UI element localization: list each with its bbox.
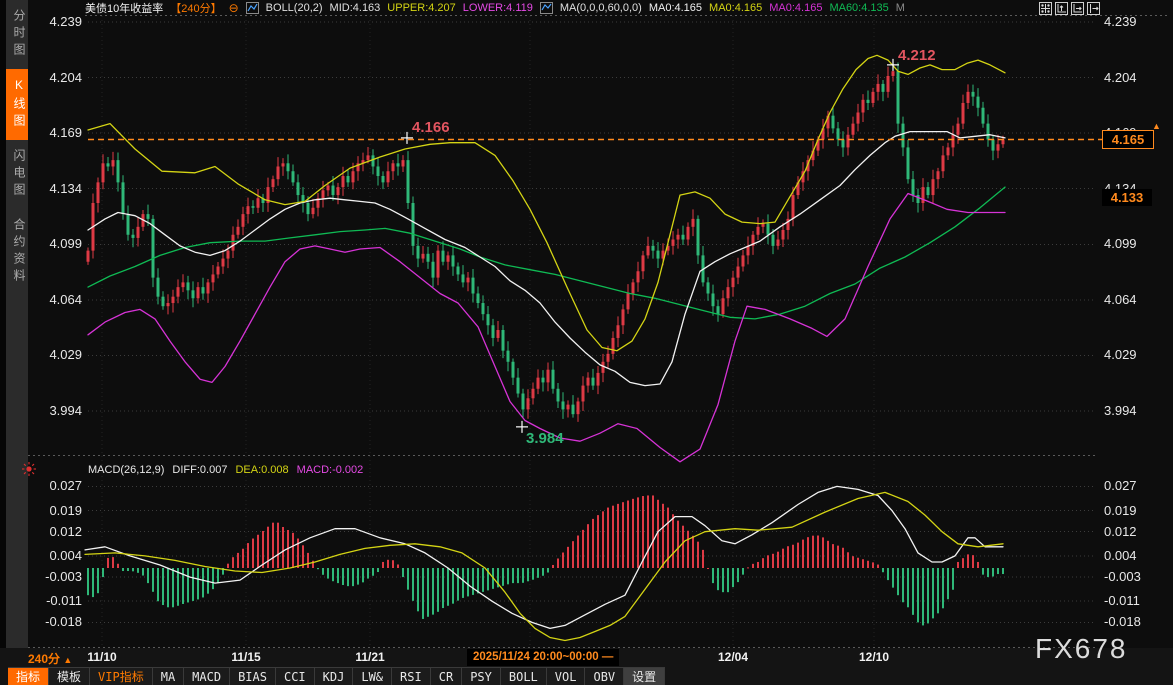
macd-tick-right-0.019: 0.019 <box>1104 504 1164 518</box>
left-tab-sidebar: 分时图K线图闪电图合约资料 <box>0 0 28 648</box>
toolbar-button-lwr[interactable]: LW& <box>353 667 392 685</box>
x-tick-11-15: 11/15 <box>231 650 260 664</box>
selected-bar-time: 2025/11/24 20:00~00:00 — <box>467 649 619 666</box>
sidebar-tab-lightning-chart[interactable]: 闪电图 <box>6 140 28 209</box>
boll-lower-value: LOWER:4.119 <box>463 2 533 14</box>
y-tick-right-4.029: 4.029 <box>1104 348 1164 362</box>
price-annotation-3_984: 3.984 <box>526 430 564 447</box>
trading-app: 4.212 4.166 3.984 分时图K线图闪电图合约资料 美债10年收益率 【… <box>0 0 1173 685</box>
x-tick-12-04: 12/04 <box>718 650 748 664</box>
macd-tick-left--0.011: -0.011 <box>28 594 82 608</box>
ma-value-2: MA0:4.165 <box>769 2 822 14</box>
ma-suffix: M <box>896 2 905 14</box>
y-tick-left-4.099: 4.099 <box>28 237 82 251</box>
toolbar-button-cr[interactable]: CR <box>431 667 462 685</box>
ma-value-0: MA0:4.165 <box>649 2 702 14</box>
indicator-toolbar: 指标模板VIP指标MAMACDBIASCCIKDJLW&RSICRPSYBOLL… <box>0 667 1173 685</box>
chart-title: 美债10年收益率 <box>85 0 163 16</box>
price-annotation-4_212: 4.212 <box>898 47 936 64</box>
macd-tick-right-0.027: 0.027 <box>1104 479 1164 493</box>
boll-mid-value: MID:4.163 <box>330 2 381 14</box>
indicator-header: 美债10年收益率 【240分】 ⊖ BOLL(20,2) MID:4.163 U… <box>85 0 905 15</box>
y-tick-left-4.064: 4.064 <box>28 293 82 307</box>
y-tick-right-4.064: 4.064 <box>1104 293 1164 307</box>
ma-chart-icon[interactable] <box>540 2 553 14</box>
boll-upper-value: UPPER:4.207 <box>387 2 455 14</box>
period-selector[interactable]: 240分 ▲ <box>28 650 72 667</box>
x-tick-12-10: 12/10 <box>859 650 889 664</box>
toolbar-button-cci[interactable]: CCI <box>276 667 315 685</box>
macd-tick-right--0.011: -0.011 <box>1104 594 1164 608</box>
toolbar-button-psy[interactable]: PSY <box>462 667 501 685</box>
price-annotation-4_166: 4.166 <box>412 119 450 136</box>
period-dropdown-icon: ▲ <box>63 655 72 665</box>
macd-tick-left-0.019: 0.019 <box>28 504 82 518</box>
current-price-tag: 4.165 <box>1102 130 1154 149</box>
macd-tick-right-0.012: 0.012 <box>1104 525 1164 539</box>
y-tick-right-4.239: 4.239 <box>1104 15 1164 29</box>
collapse-minus-icon[interactable]: ⊖ <box>229 1 239 15</box>
macd-diff-value: DIFF:0.007 <box>172 464 227 476</box>
x-tick-11-10: 11/10 <box>87 650 116 664</box>
y-tick-right-4.099: 4.099 <box>1104 237 1164 251</box>
sidebar-tab-contract-info[interactable]: 合约资料 <box>6 209 28 295</box>
y-tick-left-4.029: 4.029 <box>28 348 82 362</box>
boll-label[interactable]: BOLL(20,2) <box>266 2 323 14</box>
y-tick-right-4.204: 4.204 <box>1104 71 1164 85</box>
toolbar-button-ma[interactable]: MA <box>153 667 184 685</box>
fx678-watermark: FX678 <box>1035 633 1128 665</box>
toolbar-button-indicator[interactable]: 指标 <box>8 667 49 685</box>
y-tick-left-4.239: 4.239 <box>28 15 82 29</box>
x-tick-11-21: 11/21 <box>355 650 384 664</box>
y-tick-left-4.134: 4.134 <box>28 182 82 196</box>
y-tick-left-4.204: 4.204 <box>28 71 82 85</box>
macd-tick-right--0.003: -0.003 <box>1104 570 1164 584</box>
macd-macd-value: MACD:-0.002 <box>297 464 364 476</box>
ma-values: MA0:4.165 MA0:4.165 MA0:4.165 MA60:4.135 <box>649 2 889 14</box>
macd-tick-right-0.004: 0.004 <box>1104 549 1164 563</box>
macd-tick-left-0.027: 0.027 <box>28 479 82 493</box>
macd-tick-right--0.018: -0.018 <box>1104 615 1164 629</box>
toolbar-button-vip-indicator[interactable]: VIP指标 <box>90 667 153 685</box>
toolbar-button-obv[interactable]: OBV <box>585 667 624 685</box>
toolbar-button-bias[interactable]: BIAS <box>230 667 276 685</box>
boll-chart-icon[interactable] <box>246 2 259 14</box>
toolbar-button-vol[interactable]: VOL <box>547 667 586 685</box>
y-scale-icon[interactable] <box>1055 2 1068 15</box>
toolbar-button-template[interactable]: 模板 <box>49 667 90 685</box>
macd-tick-left-0.012: 0.012 <box>28 525 82 539</box>
macd-tick-left--0.003: -0.003 <box>28 570 82 584</box>
sidebar-tab-candle-chart[interactable]: K线图 <box>6 69 28 140</box>
macd-header: MACD(26,12,9) DIFF:0.007 DEA:0.008 MACD:… <box>88 462 363 477</box>
sidebar-tab-time-chart[interactable]: 分时图 <box>6 0 28 69</box>
toolbar-button-kdj[interactable]: KDJ <box>315 667 354 685</box>
ma-label[interactable]: MA(0,0,0,60,0,0) <box>560 2 642 14</box>
y-tick-left-3.994: 3.994 <box>28 404 82 418</box>
indicator-alert-icon[interactable] <box>21 461 37 477</box>
toolbar-button-macd[interactable]: MACD <box>184 667 230 685</box>
ma-value-1: MA0:4.165 <box>709 2 762 14</box>
x-scale-icon[interactable] <box>1071 2 1084 15</box>
y-tick-right-3.994: 3.994 <box>1104 404 1164 418</box>
pan-right-icon[interactable] <box>1087 2 1100 15</box>
window-controls <box>1039 2 1100 15</box>
sidebar-tab-column: 分时图K线图闪电图合约资料 <box>6 0 28 648</box>
toolbar-button-boll[interactable]: BOLL <box>501 667 547 685</box>
toolbar-button-rsi[interactable]: RSI <box>392 667 431 685</box>
toolbar-button-settings[interactable]: 设置 <box>624 667 665 685</box>
ma-value-3: MA60:4.135 <box>829 2 888 14</box>
macd-tick-left-0.004: 0.004 <box>28 549 82 563</box>
macd-tick-left--0.018: -0.018 <box>28 615 82 629</box>
period-label: 【240分】 <box>170 0 221 16</box>
macd-params[interactable]: MACD(26,12,9) <box>88 464 164 476</box>
macd-dea-value: DEA:0.008 <box>235 464 288 476</box>
ref-price-tag: 4.133 <box>1102 189 1152 206</box>
y-tick-left-4.169: 4.169 <box>28 126 82 140</box>
chart-canvas[interactable]: 4.212 4.166 3.984 <box>0 0 1173 685</box>
crosshair-icon[interactable] <box>1039 2 1052 15</box>
